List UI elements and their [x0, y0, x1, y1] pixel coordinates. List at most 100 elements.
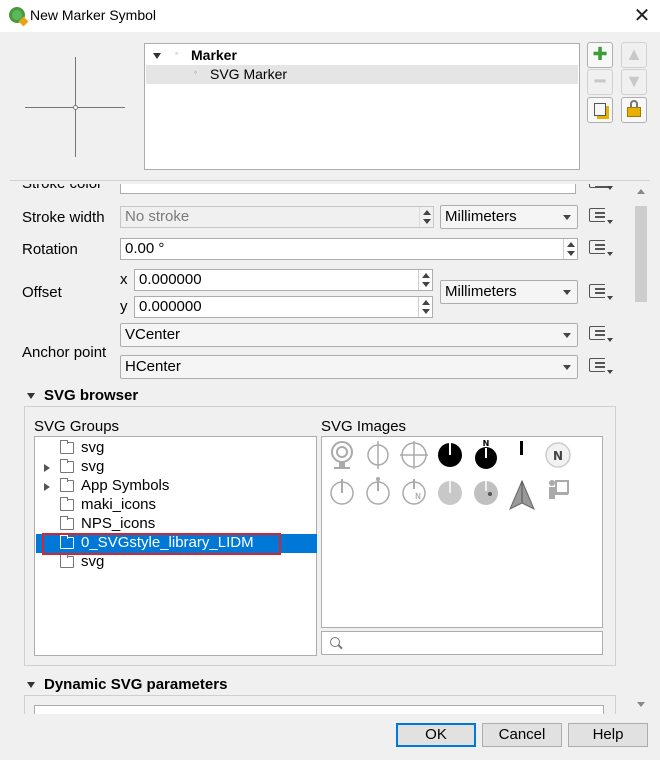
lock-layer-button[interactable]: [621, 97, 647, 123]
splitter[interactable]: [10, 180, 650, 181]
folder-icon: [60, 440, 74, 454]
layer-svg-marker[interactable]: ◦ SVG Marker: [146, 65, 578, 84]
svg-text:N: N: [553, 449, 563, 463]
north-arrow-line-icon[interactable]: [506, 439, 538, 471]
help-button[interactable]: Help: [568, 723, 648, 747]
svg-text:N: N: [415, 492, 421, 501]
north-arrow-black-icon[interactable]: [434, 439, 466, 471]
svg-group-item[interactable]: App Symbols: [36, 477, 315, 496]
mountain-arrow-icon[interactable]: [506, 479, 538, 511]
north-arrow-n-icon[interactable]: N: [470, 439, 502, 471]
person-at-desk-icon[interactable]: [542, 475, 574, 507]
svg-group-item[interactable]: svg: [36, 458, 315, 477]
svg-marker-icon: ◦: [194, 67, 198, 77]
svg-group-item[interactable]: maki_icons: [36, 496, 315, 515]
north-arrow-thin-icon[interactable]: [362, 439, 394, 471]
title-bar: New Marker Symbol ✕: [0, 0, 660, 32]
dynamic-svg-parameters-header[interactable]: Dynamic SVG parameters: [44, 676, 227, 693]
svg-group-item[interactable]: svg: [36, 553, 315, 572]
vertical-anchor-value: VCenter: [125, 326, 181, 343]
north-arrow-outline-icon[interactable]: [326, 475, 358, 507]
stroke-color-row: Stroke color: [10, 184, 630, 196]
properties-scrollbar[interactable]: [633, 184, 650, 712]
rotation-label: Rotation: [22, 241, 78, 258]
offset-unit-value: Millimeters: [445, 283, 517, 300]
layer-svg-marker-label: SVG Marker: [210, 66, 288, 82]
cancel-button[interactable]: Cancel: [482, 723, 562, 747]
offset-y-spinner[interactable]: [418, 297, 432, 317]
arrow-up-icon: ▲: [625, 44, 643, 64]
move-down-button[interactable]: ▼: [621, 69, 647, 95]
rotation-spinner[interactable]: [563, 239, 577, 259]
marker-icon: ◦: [175, 48, 179, 58]
symbol-preview: [5, 34, 143, 182]
offset-y-input[interactable]: 0.000000: [134, 296, 433, 318]
horizontal-anchor-data-defined-icon[interactable]: [587, 356, 613, 378]
stroke-width-data-defined-icon[interactable]: [587, 206, 613, 228]
folder-icon: [60, 554, 74, 568]
minus-icon: ━: [594, 71, 606, 91]
duplicate-icon: [594, 103, 606, 116]
window-title: New Marker Symbol: [30, 7, 157, 23]
horizontal-anchor-select[interactable]: HCenter: [120, 355, 578, 379]
offset-y-label: y: [120, 298, 128, 315]
compass-cross-icon[interactable]: [398, 439, 430, 471]
north-arrow-grey-icon[interactable]: [434, 475, 466, 507]
railway-icon[interactable]: [326, 439, 358, 471]
stroke-width-label: Stroke width: [22, 209, 105, 226]
offset-x-spinner[interactable]: [418, 270, 432, 290]
expand-arrow-icon[interactable]: [44, 483, 50, 491]
stroke-width-input[interactable]: No stroke: [120, 206, 434, 228]
offset-x-label: x: [120, 271, 128, 288]
offset-data-defined-icon[interactable]: [587, 282, 613, 304]
lock-icon: [627, 100, 641, 117]
offset-x-input[interactable]: 0.000000: [134, 269, 433, 291]
folder-icon: [60, 478, 74, 492]
svg-group-item[interactable]: NPS_icons: [36, 515, 315, 534]
svg-browser-header[interactable]: SVG browser: [44, 387, 138, 404]
layer-marker-label: Marker: [191, 47, 237, 63]
rotation-data-defined-icon[interactable]: [587, 238, 613, 260]
svg-text:N: N: [483, 439, 490, 448]
expand-arrow-icon[interactable]: [44, 464, 50, 472]
north-arrow-n-outline-icon[interactable]: N: [398, 475, 430, 507]
folder-icon: [60, 497, 74, 511]
stroke-color-label: Stroke color: [22, 184, 102, 192]
vertical-anchor-select[interactable]: VCenter: [120, 323, 578, 347]
ok-button[interactable]: OK: [396, 723, 476, 747]
offset-unit-select[interactable]: Millimeters: [440, 280, 578, 304]
svg-browser-collapse-icon[interactable]: [27, 393, 35, 399]
duplicate-layer-button[interactable]: [587, 97, 613, 123]
qgis-logo-icon: [9, 7, 25, 23]
folder-icon: [60, 459, 74, 473]
close-icon[interactable]: ✕: [628, 2, 656, 30]
dynamic-params-collapse-icon[interactable]: [27, 682, 35, 688]
svg-search-input[interactable]: [321, 631, 603, 655]
scroll-thumb[interactable]: [635, 206, 647, 302]
north-circle-n-icon[interactable]: N: [542, 439, 574, 471]
expand-arrow-icon[interactable]: [153, 53, 161, 59]
vertical-anchor-data-defined-icon[interactable]: [587, 324, 613, 346]
stroke-width-unit-select[interactable]: Millimeters: [440, 205, 578, 229]
scroll-up-icon[interactable]: [637, 189, 645, 194]
remove-layer-button[interactable]: ━: [587, 69, 613, 95]
layer-marker[interactable]: ◦ Marker: [146, 46, 578, 65]
svg-images-grid[interactable]: N N N: [321, 436, 603, 628]
rotation-input[interactable]: 0.00 °: [120, 238, 578, 260]
stroke-width-unit-value: Millimeters: [445, 208, 517, 225]
offset-label: Offset: [22, 284, 62, 301]
folder-icon: [60, 516, 74, 530]
svg-images-label: SVG Images: [321, 418, 407, 435]
add-layer-button[interactable]: ✚: [587, 42, 613, 68]
horizontal-anchor-value: HCenter: [125, 358, 181, 375]
symbol-layer-tree[interactable]: ◦ Marker ◦ SVG Marker: [144, 43, 580, 170]
north-arrow-dot-icon[interactable]: [362, 475, 394, 507]
svg-group-item[interactable]: svg: [36, 439, 315, 458]
annotation-highlight-box: [42, 533, 281, 555]
data-defined-override-icon[interactable]: [587, 184, 613, 194]
scroll-down-icon[interactable]: [637, 702, 645, 707]
stroke-color-field[interactable]: [120, 184, 576, 194]
move-up-button[interactable]: ▲: [621, 42, 647, 68]
north-arrow-grey-star-icon[interactable]: [470, 475, 502, 507]
plus-icon: ✚: [592, 44, 608, 64]
